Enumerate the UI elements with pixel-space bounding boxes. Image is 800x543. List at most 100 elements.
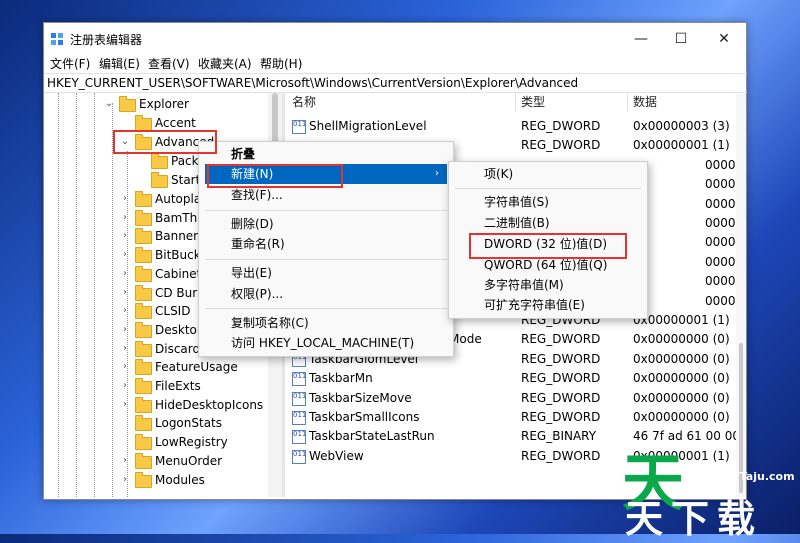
window-title: 注册表编辑器 [70,33,143,47]
tree-item[interactable]: › MenuOrder [120,452,270,470]
value-type: REG_BINARY [521,429,597,444]
folder-icon [135,303,152,320]
chevron-right-icon[interactable]: › [120,396,130,414]
ctx-copy-key-name[interactable]: 复制项名称(C) [231,313,309,333]
reg-dword-icon: 011 110 [292,391,306,406]
list-row[interactable]: 011 110TaskbarSmallIcons REG_DWORD 0x00000… [285,408,746,427]
value-data: 46 7f ad 61 00 00 [633,429,740,444]
chevron-right-icon[interactable]: › [120,471,130,489]
submenu-binary[interactable]: 二进制值(B) [484,213,550,233]
list-row[interactable]: 011 110ShellMigrationLevel REG_DWORD 0x000… [285,117,746,136]
tree-item-label: BitBuck [155,248,201,263]
value-name: TaskbarSmallIcons [309,410,420,424]
ctx-permissions[interactable]: 权限(P)... [231,284,283,304]
chevron-down-icon[interactable]: ⌄ [104,95,114,113]
tree-item-label: FileExts [155,379,201,393]
reg-dword-icon: 011 110 [292,372,306,387]
tree-item[interactable]: › FileExts [120,377,270,395]
list-row[interactable]: 011 110TaskbarMn REG_DWORD 0x00000000 (0) [285,369,746,388]
list-row[interactable]: 011 110TaskbarSizeMove REG_DWORD 0x0000000… [285,389,746,408]
folder-icon [119,96,136,112]
reg-dword-icon: 011 110 [292,120,306,134]
ctx-rename[interactable]: 重命名(R) [231,234,285,254]
tree-item-label: Cabinet [155,266,202,281]
highlight-new [207,164,343,188]
value-data: 0x00000000 (0) [633,351,730,366]
chevron-right-icon[interactable]: › [120,358,130,376]
chevron-right-icon[interactable]: › [120,227,130,245]
value-data: 0x00000000 (0) [633,332,730,347]
address-bar[interactable]: HKEY_CURRENT_USER\SOFTWARE\Microsoft\Win… [44,73,747,93]
ctx-visit-hklm[interactable]: 访问 HKEY_LOCAL_MACHINE(T) [231,333,414,353]
folder-icon [135,415,152,432]
chevron-right-icon[interactable]: › [120,209,130,227]
tree-item[interactable]: › Modules [120,471,270,489]
tree-item-label: FeatureUsage [155,360,238,375]
folder-icon [135,209,152,226]
chevron-right-icon[interactable]: › [120,340,130,358]
value-type: REG_DWORD [521,332,601,347]
submenu-string[interactable]: 字符串值(S) [484,192,549,212]
tree-item[interactable]: › HideDesktopIcons [120,396,270,414]
close-button[interactable]: ✕ [709,29,739,49]
chevron-right-icon[interactable]: › [120,302,130,320]
menu-view[interactable]: 查看(V) [148,55,190,72]
folder-icon [135,265,152,282]
title-bar[interactable]: 注册表编辑器 — ☐ ✕ [44,23,746,53]
reg-dword-icon: 011 110 [292,430,306,445]
tree-item-label: LogonStats [155,416,223,431]
tree-item[interactable]: LogonStats [120,414,270,432]
chevron-right-icon[interactable]: › [120,452,130,470]
folder-icon [135,452,152,469]
minimize-button[interactable]: — [626,29,656,49]
menu-help[interactable]: 帮助(H) [260,55,302,72]
chevron-right-icon[interactable]: › [120,284,130,302]
column-header-type[interactable]: 类型 [521,93,545,111]
menu-bar: 文件(F) 编辑(E) 查看(V) 收藏夹(A) 帮助(H) [44,53,746,71]
submenu-key[interactable]: 项(K) [484,164,513,184]
menu-favorites[interactable]: 收藏夹(A) [198,55,252,72]
tree-item-label: CD Burr [155,285,202,300]
folder-icon [135,247,152,264]
tree-item[interactable]: › FeatureUsage [120,358,270,376]
menu-file[interactable]: 文件(F) [50,55,90,72]
tree-item-label: Autopla [155,192,202,206]
tree-item[interactable]: LowRegistry [120,433,270,451]
tree-item-label: Modules [155,472,205,487]
submenu-expand-string[interactable]: 可扩充字符串值(E) [484,295,585,315]
value-type: REG_DWORD [521,390,601,405]
value-name: TaskbarSizeMove [309,390,412,405]
watermark-text: 天下载 [625,497,764,541]
list-scrollbar[interactable] [736,93,746,497]
submenu-multi-string[interactable]: 多字符串值(M) [484,275,564,295]
menu-edit[interactable]: 编辑(E) [99,55,140,72]
tree-item-explorer[interactable]: ⌄ Explorer [104,95,274,113]
chevron-right-icon[interactable]: › [120,246,130,264]
reg-dword-icon: 011 110 [292,449,306,464]
chevron-right-icon[interactable]: › [120,377,130,395]
list-row[interactable]: 011 110TaskbarStateLastRun REG_BINARY 46 7… [285,427,746,446]
ctx-find[interactable]: 查找(F)... [231,185,283,205]
column-header-name[interactable]: 名称 [292,93,316,111]
value-type: REG_DWORD [521,410,601,424]
folder-icon [135,471,152,488]
maximize-button[interactable]: ☐ [666,29,696,49]
value-name: TaskbarStateLastRun [309,429,435,444]
column-header-data[interactable]: 数据 [633,93,657,111]
watermark-url: www.TTaju.com [698,470,795,483]
tree-item-label: Explorer [139,97,189,111]
value-name: ShellMigrationLevel [309,119,427,133]
ctx-export[interactable]: 导出(E) [231,263,272,283]
ctx-collapse[interactable]: 折叠 [231,144,255,164]
folder-icon [151,172,168,188]
chevron-right-icon[interactable]: › [120,190,130,208]
folder-icon [151,153,168,169]
value-data: 0x00000003 (3) [633,119,730,133]
tree-item-label: BamThr [155,210,203,225]
chevron-right-icon[interactable]: › [120,321,130,339]
value-name: WebView [309,448,364,463]
folder-icon [135,191,152,207]
ctx-delete[interactable]: 删除(D) [231,214,274,234]
chevron-right-icon[interactable]: › [120,265,130,283]
folder-icon [135,284,152,301]
